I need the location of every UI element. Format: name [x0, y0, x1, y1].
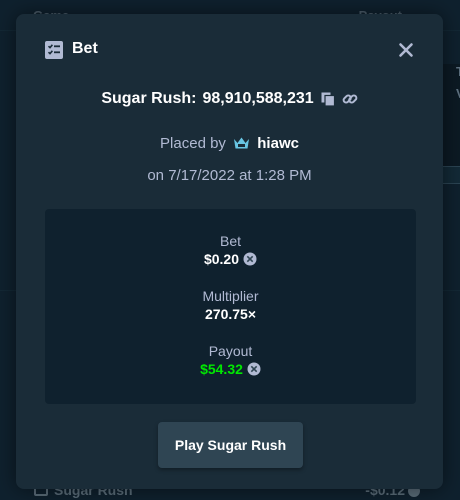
- payout-stat: Payout $54.32: [45, 343, 416, 379]
- bet-date: on 7/17/2022 at 1:28 PM: [147, 167, 312, 184]
- link-icon[interactable]: [342, 91, 358, 107]
- multiplier-label: Multiplier: [202, 288, 259, 304]
- bet-slip-icon: [45, 41, 63, 59]
- modal-title: Bet: [72, 40, 98, 57]
- play-game-button[interactable]: Play Sugar Rush: [158, 422, 303, 468]
- copy-icon[interactable]: [320, 91, 336, 107]
- currency-coin-icon: [247, 362, 261, 376]
- currency-coin-icon: [243, 252, 257, 266]
- bet-value: $0.20: [203, 251, 240, 267]
- multiplier-stat: Multiplier 270.75×: [45, 288, 416, 324]
- bet-stats-panel: Bet $0.20 Multiplier 270.75× Payout $54.…: [45, 209, 416, 404]
- bet-game-line: Sugar Rush: 98,910,588,231: [16, 90, 443, 108]
- vip-crown-icon: [233, 136, 250, 150]
- payout-value: $54.32: [200, 361, 243, 377]
- bet-label: Bet: [219, 233, 241, 249]
- username-link[interactable]: hiawc: [257, 135, 299, 152]
- multiplier-value: 270.75×: [205, 306, 256, 322]
- bet-id: 98,910,588,231: [202, 90, 314, 107]
- modal-header: Bet: [16, 14, 443, 84]
- bet-details-modal: Bet Sugar Rush: 98,910,588,231 Placed by…: [16, 14, 443, 489]
- placed-by-label: Placed by: [160, 135, 226, 152]
- bet-amount-stat: Bet $0.20: [45, 233, 416, 269]
- payout-label: Payout: [208, 343, 253, 359]
- game-name: Sugar Rush:: [101, 90, 197, 107]
- placed-by-line: Placed by hiawc: [16, 135, 443, 152]
- close-icon[interactable]: [396, 40, 416, 60]
